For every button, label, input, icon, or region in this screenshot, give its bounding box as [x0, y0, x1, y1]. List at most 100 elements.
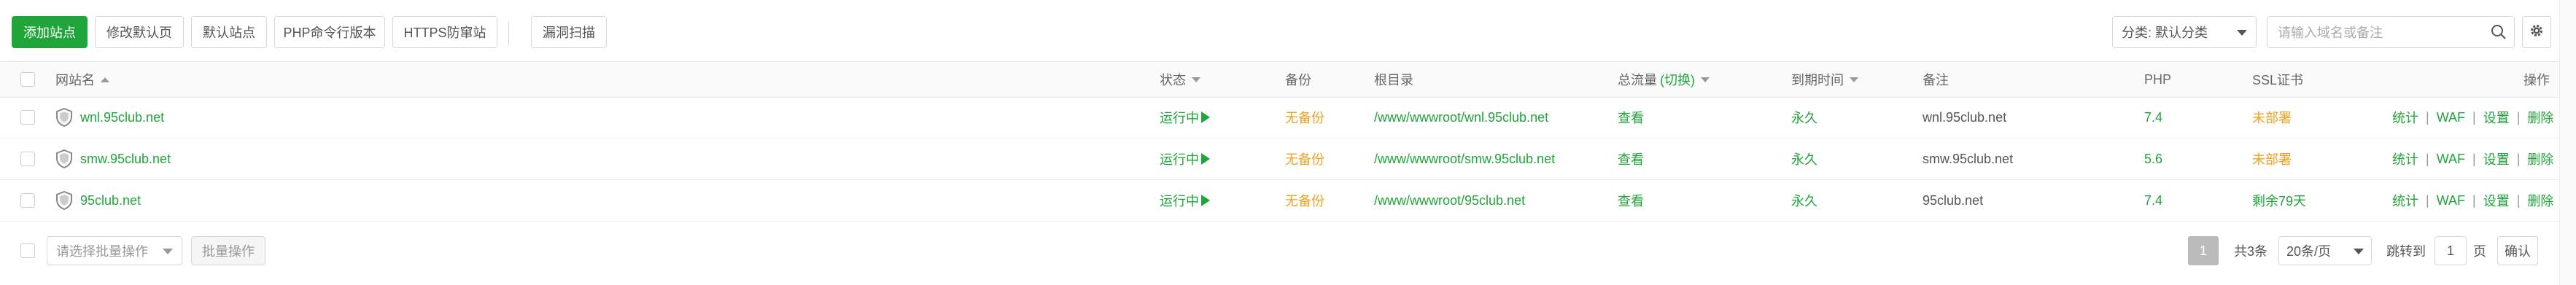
header-status[interactable]: 状态	[1160, 62, 1200, 97]
shield-icon	[56, 149, 72, 168]
header-expire[interactable]: 到期时间	[1791, 62, 1858, 97]
header-name[interactable]: 网站名	[55, 62, 109, 97]
batch-operation-button[interactable]: 批量操作	[191, 236, 265, 265]
delete-link[interactable]: 删除	[2527, 108, 2553, 127]
ssl-status-link[interactable]: 未部署	[2252, 138, 2292, 179]
traffic-view-link[interactable]: 查看	[1618, 180, 1644, 221]
traffic-view-link[interactable]: 查看	[1618, 97, 1644, 138]
ssl-status-link[interactable]: 未部署	[2252, 97, 2292, 138]
backup-link[interactable]: 无备份	[1285, 97, 1324, 138]
footer-select-all-checkbox[interactable]	[20, 243, 35, 258]
table-footer: 请选择批量操作 批量操作 1 共3条 20条/页 跳转到 1 页 确认	[0, 230, 2576, 271]
site-name-cell[interactable]: smw.95club.net	[55, 138, 171, 179]
remark-text[interactable]: wnl.95club.net	[1923, 97, 2006, 138]
delete-link[interactable]: 删除	[2527, 191, 2553, 210]
remark-text[interactable]: 95club.net	[1923, 180, 1983, 221]
default-site-button[interactable]: 默认站点	[191, 16, 267, 48]
separator: |	[2472, 151, 2476, 166]
backup-link[interactable]: 无备份	[1285, 180, 1324, 221]
site-name-link[interactable]: 95club.net	[80, 193, 141, 208]
header-status-label: 状态	[1160, 73, 1186, 87]
separator: |	[2426, 192, 2429, 208]
https-protect-button[interactable]: HTTPS防窜站	[392, 16, 497, 48]
site-name-link[interactable]: wnl.95club.net	[80, 110, 164, 125]
select-all-checkbox[interactable]	[20, 72, 35, 87]
root-dir-link[interactable]: /www/wwwroot/wnl.95club.net	[1374, 97, 1548, 138]
separator: |	[2472, 192, 2476, 208]
row-checkbox[interactable]	[20, 152, 35, 166]
row-actions: 统计 | WAF | 设置 | 删除	[2392, 180, 2553, 221]
settings-link[interactable]: 设置	[2483, 191, 2510, 210]
traffic-switch-link[interactable]: (切换)	[1660, 70, 1695, 89]
gear-icon	[2529, 23, 2544, 42]
play-icon	[1201, 195, 1210, 206]
page-number-current[interactable]: 1	[2188, 236, 2219, 265]
site-status[interactable]: 运行中	[1160, 97, 1210, 138]
php-version-link[interactable]: 7.4	[2144, 97, 2162, 138]
remark-text[interactable]: smw.95club.net	[1923, 138, 2013, 179]
row-actions: 统计 | WAF | 设置 | 删除	[2392, 97, 2553, 138]
header-name-label: 网站名	[55, 73, 95, 87]
header-traffic[interactable]: 总流量 (切换)	[1618, 62, 1710, 97]
sort-desc-icon	[1850, 77, 1858, 82]
batch-operation-select[interactable]: 请选择批量操作	[47, 236, 182, 265]
category-select-value: 分类: 默认分类	[2122, 26, 2208, 40]
page-unit-label: 页	[2473, 244, 2486, 259]
expire-link[interactable]: 永久	[1791, 138, 1817, 179]
goto-page-input[interactable]: 1	[2435, 236, 2467, 265]
delete-link[interactable]: 删除	[2527, 149, 2553, 168]
site-status[interactable]: 运行中	[1160, 138, 1210, 179]
chevron-down-icon	[2354, 249, 2364, 254]
search-input[interactable]: 请输入域名或备注	[2267, 16, 2515, 48]
row-actions: 统计 | WAF | 设置 | 删除	[2392, 138, 2553, 179]
play-icon	[1201, 153, 1210, 165]
vertical-scrollbar[interactable]	[2559, 0, 2576, 285]
separator: |	[2516, 192, 2521, 208]
site-name-cell[interactable]: wnl.95club.net	[55, 97, 164, 138]
separator: |	[2426, 151, 2429, 166]
waf-link[interactable]: WAF	[2437, 193, 2465, 208]
site-status[interactable]: 运行中	[1160, 180, 1210, 221]
stats-link[interactable]: 统计	[2392, 149, 2418, 168]
chevron-down-icon	[2237, 30, 2247, 36]
status-label: 运行中	[1160, 194, 1199, 208]
separator: |	[2426, 109, 2429, 125]
site-name-link[interactable]: smw.95club.net	[80, 152, 171, 167]
settings-button[interactable]	[2522, 16, 2551, 48]
row-checkbox[interactable]	[20, 110, 35, 125]
expire-link[interactable]: 永久	[1791, 180, 1817, 221]
site-name-cell[interactable]: 95club.net	[55, 180, 141, 221]
ssl-status-link[interactable]: 剩余79天	[2252, 180, 2306, 221]
separator: |	[2472, 109, 2476, 125]
goto-confirm-button[interactable]: 确认	[2497, 236, 2538, 265]
shield-icon	[56, 191, 72, 210]
row-checkbox[interactable]	[20, 193, 35, 208]
stats-link[interactable]: 统计	[2392, 191, 2418, 210]
traffic-view-link[interactable]: 查看	[1618, 138, 1644, 179]
header-expire-label: 到期时间	[1791, 73, 1844, 87]
add-site-button[interactable]: 添加站点	[12, 16, 88, 48]
play-icon	[1201, 112, 1210, 123]
backup-link[interactable]: 无备份	[1285, 138, 1324, 179]
expire-link[interactable]: 永久	[1791, 97, 1817, 138]
table-header: 网站名 状态 备份 根目录 总流量 (切换) 到期时间 备注 PHP SSL证书…	[0, 61, 2576, 98]
header-remark: 备注	[1923, 73, 1949, 87]
php-version-link[interactable]: 5.6	[2144, 138, 2162, 179]
php-version-link[interactable]: 7.4	[2144, 180, 2162, 221]
settings-link[interactable]: 设置	[2483, 108, 2510, 127]
waf-link[interactable]: WAF	[2437, 152, 2465, 167]
table-row: 95club.net 运行中 无备份 /www/wwwroot/95club.n…	[0, 180, 2576, 222]
header-backup: 备份	[1285, 73, 1311, 87]
vulnerability-scan-button[interactable]: 漏洞扫描	[531, 16, 607, 48]
separator: |	[2516, 109, 2521, 125]
settings-link[interactable]: 设置	[2483, 149, 2510, 168]
search-icon[interactable]	[2491, 24, 2507, 44]
page-size-select[interactable]: 20条/页	[2278, 236, 2372, 265]
php-cli-version-button[interactable]: PHP命令行版本	[274, 16, 385, 48]
root-dir-link[interactable]: /www/wwwroot/smw.95club.net	[1374, 138, 1555, 179]
waf-link[interactable]: WAF	[2437, 110, 2465, 125]
modify-default-page-button[interactable]: 修改默认页	[95, 16, 184, 48]
root-dir-link[interactable]: /www/wwwroot/95club.net	[1374, 180, 1525, 221]
category-select[interactable]: 分类: 默认分类	[2112, 16, 2257, 48]
stats-link[interactable]: 统计	[2392, 108, 2418, 127]
